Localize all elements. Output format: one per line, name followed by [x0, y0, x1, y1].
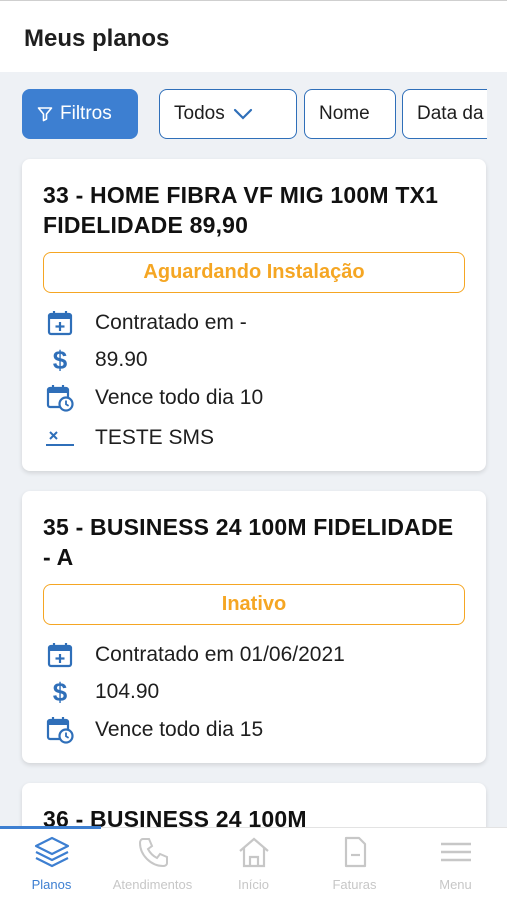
due-text: Vence todo dia 15	[95, 718, 264, 741]
extra-row: TESTE SMS	[46, 423, 214, 453]
price-row: $ 104.90	[46, 677, 159, 707]
layers-icon	[34, 836, 69, 868]
due-text: Vence todo dia 10	[95, 386, 264, 409]
nav-item-menu[interactable]: Menu	[405, 836, 506, 898]
price-text: 89.90	[95, 348, 148, 371]
plan-card[interactable]: 33 - HOME FIBRA VF MIG 100M TX1 FIDELIDA…	[22, 159, 486, 471]
contracted-text: Contratado em 01/06/2021	[95, 643, 345, 666]
contracted-text: Contratado em -	[95, 311, 247, 334]
filter-bar: Filtros Todos Nome Data da	[22, 89, 487, 141]
due-row: Vence todo dia 10	[46, 383, 263, 413]
filter-chip-data[interactable]: Data da	[402, 89, 487, 139]
price-text: 104.90	[95, 680, 160, 703]
contracted-row: Contratado em 01/06/2021	[46, 640, 345, 670]
filter-chip-label: Data da	[417, 103, 484, 124]
document-icon	[344, 836, 366, 868]
nav-label: Planos	[31, 877, 72, 892]
price-row: $ 89.90	[46, 345, 148, 375]
menu-icon	[440, 842, 471, 862]
filter-chip-label: Todos	[174, 103, 225, 124]
calendar-clock-icon	[46, 384, 74, 412]
nav-label: Menu	[439, 877, 472, 892]
filter-chip-label: Nome	[319, 103, 370, 124]
filters-button-label: Filtros	[60, 103, 112, 124]
nav-item-faturas[interactable]: Faturas	[304, 836, 405, 898]
funnel-icon	[37, 107, 53, 122]
nav-item-planos[interactable]: Planos	[1, 836, 102, 898]
chevron-down-icon	[233, 108, 252, 120]
app-header: Meus planos	[0, 0, 507, 72]
home-icon	[238, 837, 269, 868]
active-tab-indicator	[0, 826, 101, 829]
bottom-navigation: Planos Atendimentos Início Faturas Menu	[0, 826, 507, 900]
status-badge: Aguardando Instalação	[43, 252, 465, 293]
calendar-plus-icon	[46, 641, 74, 669]
dollar-icon: $	[52, 676, 68, 707]
plan-title: 33 - HOME FIBRA VF MIG 100M TX1 FIDELIDA…	[43, 182, 439, 238]
nav-label: Atendimentos	[112, 877, 193, 892]
filter-chip-nome[interactable]: Nome	[304, 89, 396, 139]
nav-item-atendimentos[interactable]: Atendimentos	[102, 836, 203, 898]
contracted-row: Contratado em -	[46, 308, 247, 338]
nav-item-inicio[interactable]: Início	[203, 836, 304, 898]
calendar-clock-icon	[46, 716, 74, 744]
status-badge: Inativo	[43, 584, 465, 625]
dollar-icon: $	[52, 344, 68, 375]
phone-icon	[138, 838, 168, 868]
nav-label: Faturas	[332, 877, 377, 892]
page-title: Meus planos	[24, 25, 170, 52]
calendar-plus-icon	[46, 309, 74, 337]
filters-button[interactable]: Filtros	[22, 89, 138, 139]
clear-format-icon	[46, 424, 74, 452]
nav-label: Início	[237, 877, 270, 892]
extra-text: TESTE SMS	[95, 426, 215, 449]
due-row: Vence todo dia 15	[46, 715, 263, 745]
filter-chip-todos[interactable]: Todos	[159, 89, 297, 139]
plan-card[interactable]: 35 - BUSINESS 24 100M FIDELIDADE - A Ina…	[22, 491, 486, 763]
plan-title: 35 - BUSINESS 24 100M FIDELIDADE - A	[43, 514, 454, 570]
